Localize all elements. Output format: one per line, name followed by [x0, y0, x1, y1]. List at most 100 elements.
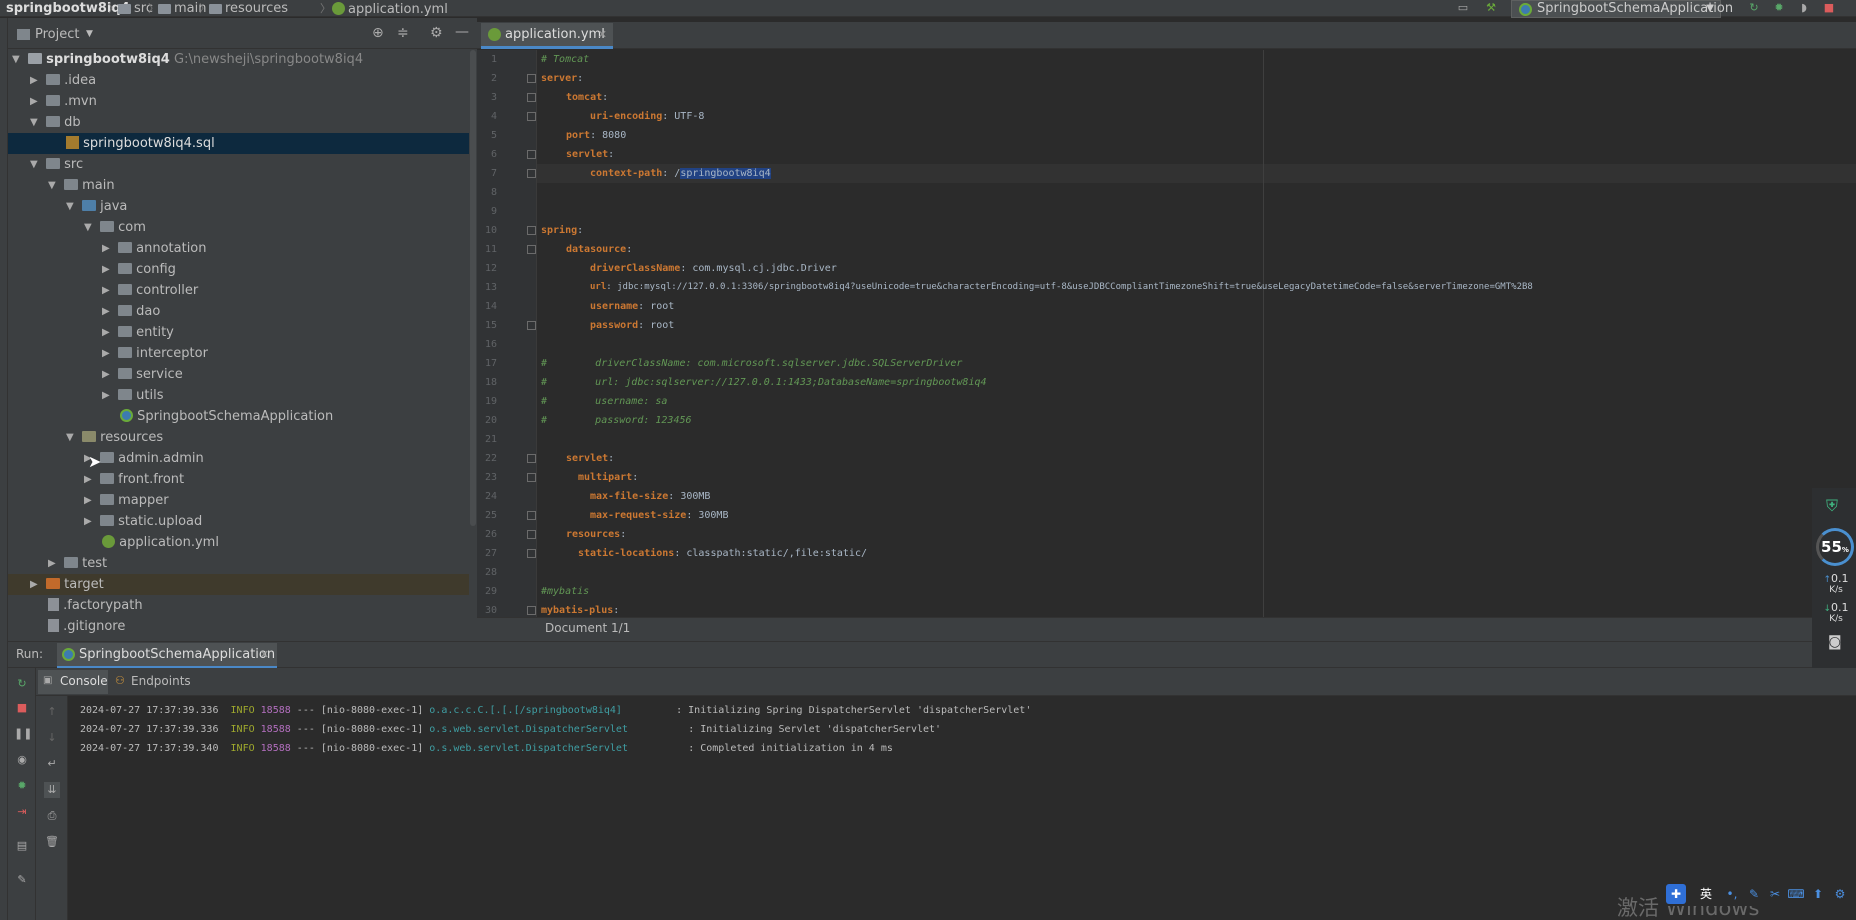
code-line[interactable]: # username: sa: [541, 392, 667, 411]
tree-item-src[interactable]: ▼ src: [8, 154, 469, 175]
stop-icon[interactable]: ■: [14, 700, 30, 716]
code-line[interactable]: servlet:: [566, 449, 614, 468]
chevron-down-icon[interactable]: ▼: [86, 29, 93, 39]
fold-marker-icon[interactable]: [527, 93, 536, 102]
fold-marker-icon[interactable]: [527, 226, 536, 235]
code-line[interactable]: # Tomcat: [541, 50, 589, 69]
print-icon[interactable]: ⎙: [44, 808, 60, 824]
run-configuration-select[interactable]: SpringbootSchemaApplication ▼: [1511, 0, 1733, 18]
close-icon[interactable]: ✕: [598, 23, 607, 47]
document-indicator[interactable]: Document 1/1: [545, 621, 630, 635]
fold-marker-icon[interactable]: [527, 549, 536, 558]
tree-item-mapper[interactable]: ▶ mapper: [8, 490, 469, 511]
locate-icon[interactable]: ⊕: [372, 25, 384, 41]
stop-icon[interactable]: ■: [1822, 1, 1836, 15]
tree-item-controller[interactable]: ▶ controller: [8, 280, 469, 301]
fold-marker-icon[interactable]: [527, 473, 536, 482]
code-line[interactable]: max-file-size: 300MB: [590, 487, 710, 506]
skin-icon[interactable]: ⬆: [1808, 884, 1828, 904]
code-line[interactable]: tomcat:: [566, 88, 608, 107]
scissors-icon[interactable]: ✂: [1765, 884, 1785, 904]
code-line[interactable]: # password: 123456: [541, 411, 692, 430]
code-line[interactable]: datasource:: [566, 240, 632, 259]
code-line[interactable]: #mybatis: [541, 582, 589, 601]
code-line[interactable]: context-path: /springbootw8iq4: [590, 164, 771, 183]
fold-marker-icon[interactable]: [527, 150, 536, 159]
trash-icon[interactable]: 🗑: [44, 834, 60, 850]
rerun-icon[interactable]: ↻: [14, 676, 30, 692]
tree-item-main[interactable]: ▼ main: [8, 175, 469, 196]
soft-wrap-icon[interactable]: ↵: [44, 756, 60, 772]
gear-icon[interactable]: ⚙: [430, 25, 443, 41]
run-tab-application[interactable]: SpringbootSchemaApplication ✕: [57, 643, 277, 668]
close-icon[interactable]: ✕: [260, 643, 269, 667]
tree-item-dao[interactable]: ▶ dao: [8, 301, 469, 322]
ime-logo-icon[interactable]: ✚: [1666, 884, 1686, 904]
code-line[interactable]: # driverClassName: com.microsoft.sqlserv…: [541, 354, 962, 373]
project-view-title[interactable]: Project: [35, 27, 79, 42]
tree-item-sql-file[interactable]: springbootw8iq4.sql: [8, 133, 469, 154]
fold-marker-icon[interactable]: [527, 112, 536, 121]
code-line[interactable]: static-locations: classpath:static/,file…: [578, 544, 867, 563]
code-line[interactable]: port: 8080: [566, 126, 626, 145]
cpu-gauge[interactable]: 55%: [1816, 528, 1854, 566]
scroll-to-end-icon[interactable]: ⇊: [44, 782, 60, 798]
tree-item-test[interactable]: ▶ test: [8, 553, 469, 574]
code-line[interactable]: url: jdbc:mysql://127.0.0.1:3306/springb…: [590, 278, 1533, 297]
layout-icon[interactable]: ▤: [14, 838, 30, 854]
tree-item-front[interactable]: ▶ front.front: [8, 469, 469, 490]
fold-marker-icon[interactable]: [527, 454, 536, 463]
camera-icon[interactable]: ◙: [1828, 634, 1842, 650]
code-line[interactable]: spring:: [541, 221, 583, 240]
camera-icon[interactable]: ◉: [14, 752, 30, 768]
rerun-icon[interactable]: ↻: [1747, 1, 1761, 15]
breadcrumb-resources[interactable]: resources: [209, 0, 288, 17]
fold-marker-icon[interactable]: [527, 245, 536, 254]
tree-item-utils[interactable]: ▶ utils: [8, 385, 469, 406]
pin-icon[interactable]: ✎: [14, 872, 30, 888]
tab-endpoints[interactable]: ⚇ Endpoints: [111, 670, 197, 694]
code-line[interactable]: username: root: [590, 297, 674, 316]
gear-icon[interactable]: ⚙: [1830, 884, 1850, 904]
arrow-down-icon[interactable]: ↓: [44, 730, 60, 746]
ime-language-toggle[interactable]: 英: [1696, 884, 1716, 904]
build-hammer-icon[interactable]: ⚒: [1484, 1, 1498, 15]
code-line[interactable]: # url: jdbc:sqlserver://127.0.0.1:1433;D…: [541, 373, 987, 392]
tree-item-factorypath[interactable]: .factorypath: [8, 595, 469, 616]
tab-application-yml[interactable]: application.yml ✕: [481, 23, 613, 49]
debug-icon[interactable]: ✹: [14, 778, 30, 794]
code-line[interactable]: server:: [541, 69, 583, 88]
tree-item-gitignore[interactable]: .gitignore: [8, 616, 469, 637]
keyboard-icon[interactable]: ⌨: [1786, 884, 1806, 904]
tree-item-mvn[interactable]: ▶ .mvn: [8, 91, 469, 112]
code-line[interactable]: driverClassName: com.mysql.cj.jdbc.Drive…: [590, 259, 837, 278]
tree-item-java[interactable]: ▼ java: [8, 196, 469, 217]
fold-marker-icon[interactable]: [527, 321, 536, 330]
minimize-icon[interactable]: —: [455, 24, 469, 40]
code-line[interactable]: password: root: [590, 316, 674, 335]
project-scrollbar[interactable]: [470, 50, 476, 526]
layout-icon[interactable]: ▭: [1456, 1, 1470, 15]
breadcrumb-file[interactable]: application.yml: [332, 0, 448, 17]
tree-item-admin[interactable]: ▶ admin.admin: [8, 448, 469, 469]
punctuation-icon[interactable]: •,: [1722, 884, 1742, 904]
tab-console[interactable]: ▣ Console: [38, 670, 108, 694]
debug-bug-icon[interactable]: ✹: [1772, 1, 1786, 15]
fold-marker-icon[interactable]: [527, 169, 536, 178]
exit-icon[interactable]: ⇥: [14, 804, 30, 820]
tree-item-interceptor[interactable]: ▶ interceptor: [8, 343, 469, 364]
fold-marker-icon[interactable]: [527, 511, 536, 520]
tree-item-root[interactable]: ▼ springbootw8iq4 G:\newsheji\springboot…: [8, 49, 469, 70]
code-line[interactable]: mybatis-plus:: [541, 601, 619, 617]
code-line[interactable]: multipart:: [578, 468, 638, 487]
collapse-all-icon[interactable]: ≑: [397, 25, 409, 41]
code-line[interactable]: max-request-size: 300MB: [590, 506, 728, 525]
tree-item-config[interactable]: ▶ config: [8, 259, 469, 280]
tree-item-annotation[interactable]: ▶ annotation: [8, 238, 469, 259]
tree-item-entity[interactable]: ▶ entity: [8, 322, 469, 343]
arrow-up-icon[interactable]: ↑: [44, 704, 60, 720]
tree-item-static-upload[interactable]: ▶ static.upload: [8, 511, 469, 532]
tree-item-resources[interactable]: ▼ resources: [8, 427, 469, 448]
tree-item-com[interactable]: ▼ com: [8, 217, 469, 238]
shield-icon[interactable]: ⛨: [1826, 496, 1838, 516]
